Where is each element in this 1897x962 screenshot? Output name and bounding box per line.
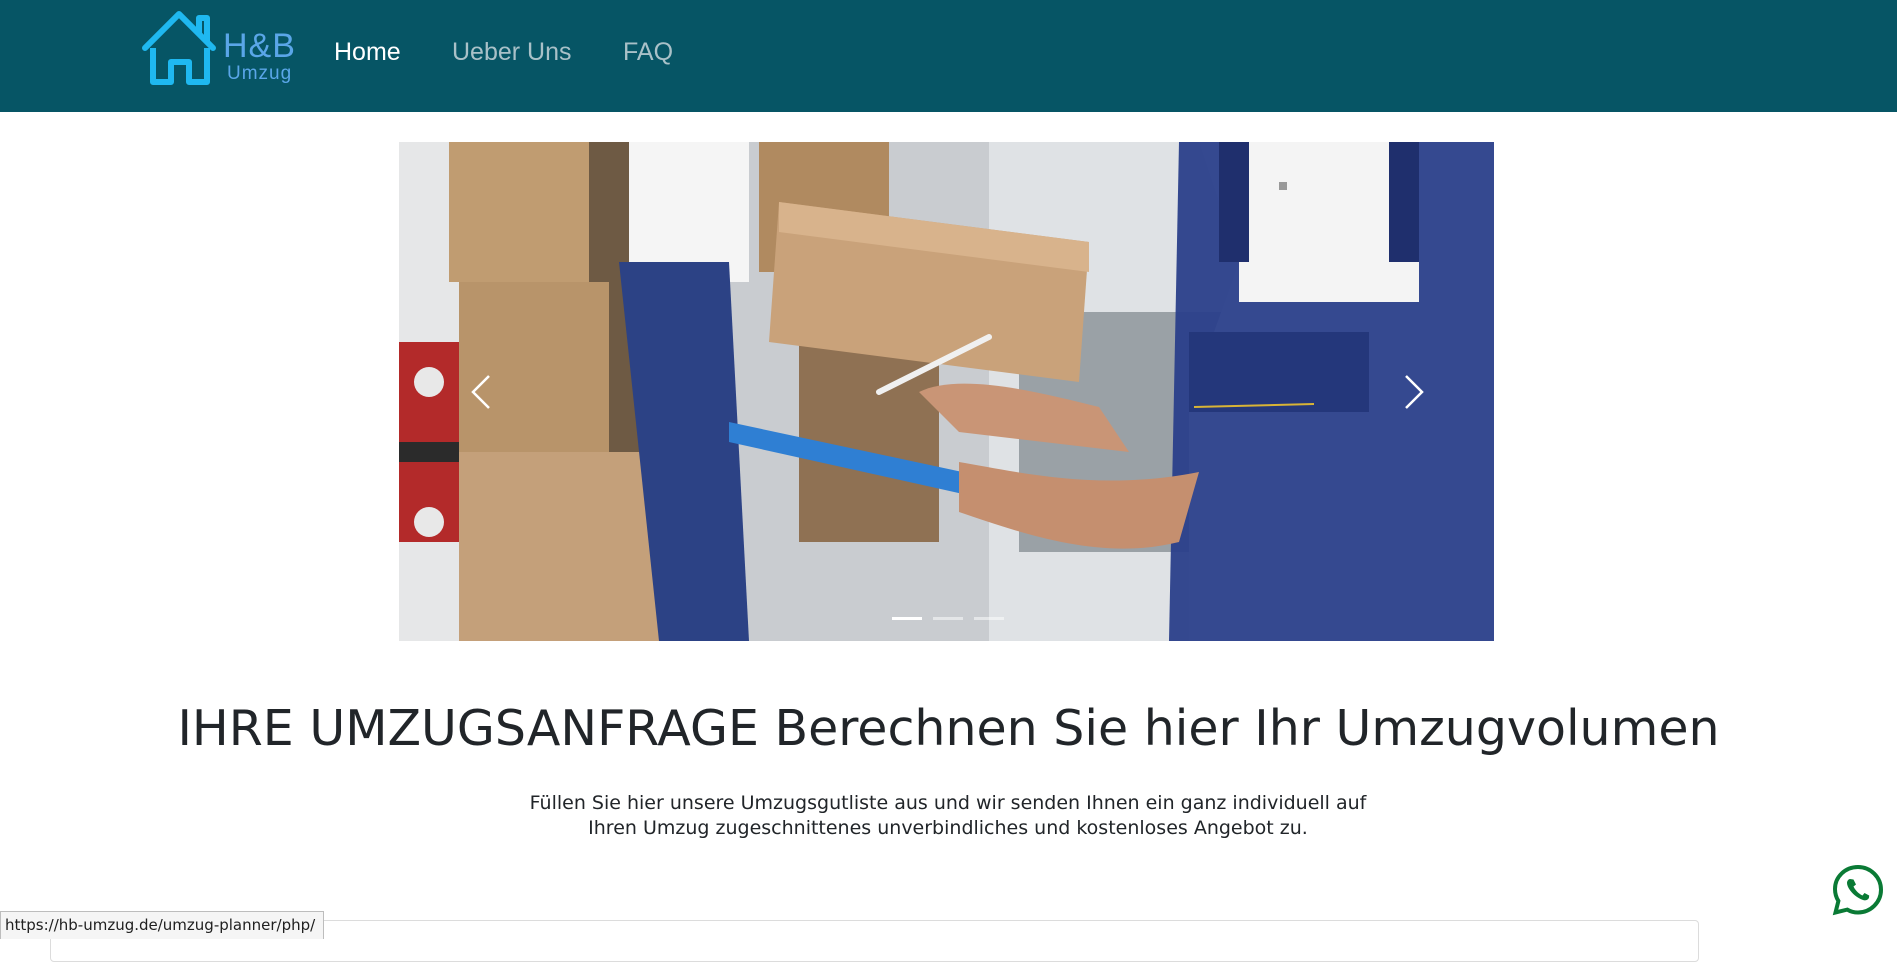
brand-subtitle: Umzug <box>227 63 293 84</box>
nav-faq[interactable]: FAQ <box>623 38 673 67</box>
house-icon <box>142 11 216 85</box>
hero-carousel <box>399 142 1494 641</box>
hero-description: Füllen Sie hier unsere Umzugsgutliste au… <box>529 792 1367 839</box>
brand-logo[interactable]: H&B Umzug <box>139 8 299 88</box>
brand-name: H&B <box>223 27 296 65</box>
carousel-slide-image <box>399 142 1494 641</box>
carousel-prev-button[interactable] <box>451 357 511 427</box>
nav-ueber-uns[interactable]: Ueber Uns <box>452 38 572 67</box>
whatsapp-icon <box>1832 864 1884 916</box>
carousel-indicators <box>889 605 1007 620</box>
whatsapp-button[interactable] <box>1831 863 1885 917</box>
navbar: H&B Umzug Home Ueber Uns FAQ <box>0 0 1897 112</box>
carousel-indicator[interactable] <box>892 617 922 620</box>
carousel-next-button[interactable] <box>1384 357 1444 427</box>
nav-home[interactable]: Home <box>334 38 401 67</box>
carousel-indicator[interactable] <box>933 617 964 620</box>
status-bar-url: https://hb-umzug.de/umzug-planner/php/ <box>0 911 325 939</box>
carousel-indicator[interactable] <box>974 617 1005 620</box>
chevron-right-icon <box>1405 375 1424 409</box>
chevron-left-icon <box>471 375 490 409</box>
page-title: IHRE UMZUGSANFRAGE Berechnen Sie hier Ih… <box>177 700 1720 757</box>
